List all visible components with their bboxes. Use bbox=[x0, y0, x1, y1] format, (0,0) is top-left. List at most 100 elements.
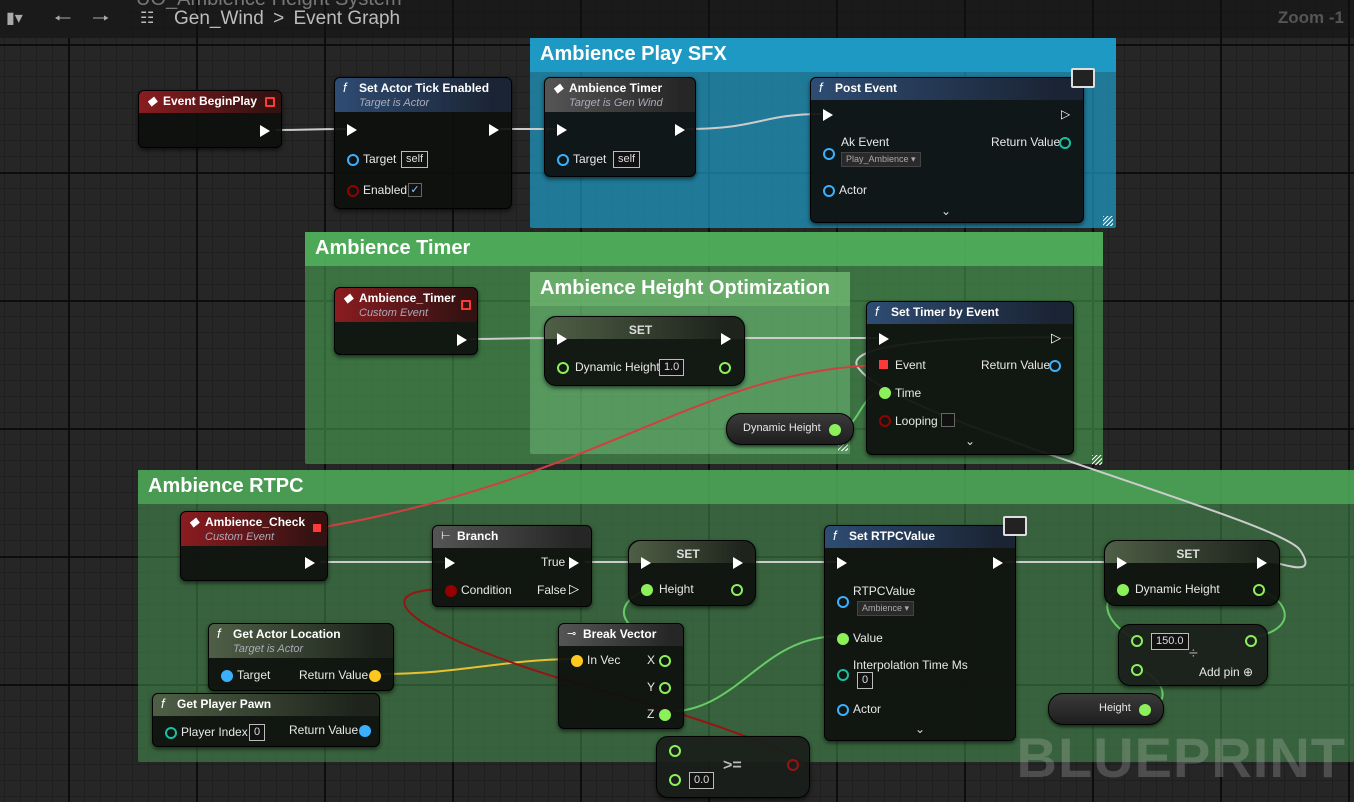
exec-in-pin[interactable] bbox=[557, 333, 567, 345]
result-pin[interactable] bbox=[1245, 635, 1257, 647]
value-pin[interactable] bbox=[837, 633, 849, 645]
node-ambience-timer-call[interactable]: ◆ Ambience Timer Target is Gen Wind Target… bbox=[544, 77, 696, 177]
looping-checkbox[interactable] bbox=[941, 413, 955, 427]
dynamic-height-out-pin[interactable] bbox=[1253, 584, 1265, 596]
player-index-pin[interactable] bbox=[165, 727, 177, 739]
exec-out-pin[interactable] bbox=[457, 334, 467, 346]
target-pin[interactable] bbox=[347, 154, 359, 166]
return-value-pin[interactable] bbox=[359, 725, 371, 737]
enabled-pin[interactable] bbox=[347, 185, 359, 197]
event-pin[interactable] bbox=[879, 360, 888, 369]
node-set-rtpc-value[interactable]: f Set RTPCValue RTPCValue Ambience ▾ Valu… bbox=[824, 516, 1027, 741]
interpolation-pin[interactable] bbox=[837, 669, 849, 681]
delegate-pin[interactable] bbox=[265, 97, 275, 107]
return-value-pin[interactable] bbox=[1049, 360, 1061, 372]
breadcrumb-blueprint[interactable]: Gen_Wind bbox=[174, 8, 264, 29]
exec-out-pin[interactable]: ▷ bbox=[1061, 107, 1071, 121]
condition-pin[interactable] bbox=[445, 585, 457, 597]
exec-out-pin[interactable] bbox=[675, 124, 685, 136]
height-pin[interactable] bbox=[641, 584, 653, 596]
getter-height[interactable]: Height bbox=[1048, 693, 1164, 725]
compare-value[interactable]: 0.0 bbox=[689, 772, 715, 789]
looping-pin[interactable] bbox=[879, 415, 891, 427]
exec-out-pin[interactable] bbox=[993, 557, 1003, 569]
node-set-dynamic-height-2[interactable]: SET Dynamic Height bbox=[1104, 540, 1280, 606]
ak-event-dropdown[interactable]: Play_Ambience ▾ bbox=[841, 152, 921, 167]
node-set-timer-by-event[interactable]: f Set Timer by Event ▷ Event Return Value… bbox=[866, 301, 1074, 455]
actor-pin[interactable] bbox=[823, 185, 835, 197]
in-vec-pin[interactable] bbox=[571, 655, 583, 667]
exec-in-pin[interactable] bbox=[347, 124, 357, 136]
add-value[interactable]: 150.0 bbox=[1151, 633, 1189, 650]
node-set-actor-tick-enabled[interactable]: f Set Actor Tick Enabled Target is Actor T… bbox=[334, 77, 512, 209]
exec-in-pin[interactable] bbox=[445, 557, 455, 569]
dynamic-height-value[interactable]: 1.0 bbox=[659, 359, 685, 376]
target-value[interactable]: self bbox=[401, 151, 429, 168]
actor-pin[interactable] bbox=[837, 704, 849, 716]
exec-in-pin[interactable] bbox=[641, 557, 651, 569]
b-pin[interactable] bbox=[1131, 664, 1143, 676]
exec-out-pin[interactable] bbox=[733, 557, 743, 569]
add-pin-button[interactable]: Add pin ⊕ bbox=[1199, 665, 1253, 679]
time-pin[interactable] bbox=[879, 387, 891, 399]
chevron-down-icon[interactable]: ⌄ bbox=[915, 722, 925, 736]
exec-out-pin[interactable] bbox=[1257, 557, 1267, 569]
node-get-player-pawn[interactable]: f Get Player Pawn Player Index 0 Return V… bbox=[152, 693, 380, 747]
rtpc-dropdown[interactable]: Ambience ▾ bbox=[857, 601, 915, 616]
a-pin[interactable] bbox=[669, 745, 681, 757]
b-pin[interactable] bbox=[669, 774, 681, 786]
node-post-event[interactable]: f Post Event ▷ Ak Event Play_Ambience ▾ R… bbox=[810, 68, 1095, 223]
ak-event-pin[interactable] bbox=[823, 148, 835, 160]
breadcrumb-graph[interactable]: Event Graph bbox=[293, 8, 400, 29]
exec-out-pin[interactable] bbox=[305, 557, 315, 569]
node-set-dynamic-height[interactable]: SET Dynamic Height 1.0 bbox=[544, 316, 745, 386]
target-value[interactable]: self bbox=[613, 151, 641, 168]
target-pin[interactable] bbox=[557, 154, 569, 166]
chevron-down-icon[interactable]: ⌄ bbox=[941, 204, 951, 218]
dynamic-height-out-pin[interactable] bbox=[719, 362, 731, 374]
node-get-actor-location[interactable]: f Get Actor Location Target is Actor Targe… bbox=[208, 623, 394, 691]
node-event-beginplay[interactable]: ◆ Event BeginPlay bbox=[138, 90, 282, 148]
node-branch[interactable]: ⊢ Branch True Condition False ▷ bbox=[432, 525, 592, 607]
false-exec-pin[interactable]: ▷ bbox=[569, 581, 579, 597]
rtpc-pin[interactable] bbox=[837, 596, 849, 608]
result-pin[interactable] bbox=[787, 759, 799, 771]
back-arrow-icon[interactable]: 🠐 bbox=[54, 0, 71, 38]
exec-out-pin[interactable] bbox=[260, 125, 270, 137]
return-value-pin[interactable] bbox=[1059, 137, 1071, 149]
return-value-pin[interactable] bbox=[369, 670, 381, 682]
exec-out-pin[interactable] bbox=[721, 333, 731, 345]
x-pin[interactable] bbox=[659, 655, 671, 667]
a-pin[interactable] bbox=[1131, 635, 1143, 647]
delegate-pin[interactable] bbox=[313, 524, 321, 532]
height-out-pin[interactable] bbox=[731, 584, 743, 596]
player-index-value[interactable]: 0 bbox=[249, 724, 266, 741]
enabled-checkbox[interactable]: ✓ bbox=[408, 183, 422, 197]
getter-dynamic-height[interactable]: Dynamic Height bbox=[726, 413, 854, 445]
exec-in-pin[interactable] bbox=[879, 333, 889, 345]
exec-in-pin[interactable] bbox=[837, 557, 847, 569]
dynamic-height-pin[interactable] bbox=[1117, 584, 1129, 596]
bookmark-icon[interactable]: ▮▾ bbox=[6, 0, 23, 38]
node-break-vector[interactable]: ⊸ Break Vector In Vec X Y Z bbox=[558, 623, 684, 729]
node-ambience-check-event[interactable]: ◆ Ambience_Check Custom Event bbox=[180, 511, 328, 581]
exec-in-pin[interactable] bbox=[557, 124, 567, 136]
exec-in-pin[interactable] bbox=[1117, 557, 1127, 569]
interpolation-value[interactable]: 0 bbox=[857, 672, 874, 689]
y-pin[interactable] bbox=[659, 682, 671, 694]
true-exec-pin[interactable] bbox=[569, 557, 579, 569]
chevron-down-icon[interactable]: ⌄ bbox=[965, 434, 975, 448]
node-greater-equal[interactable]: 0.0 >= bbox=[656, 736, 810, 798]
exec-in-pin[interactable] bbox=[823, 109, 833, 121]
exec-out-pin[interactable] bbox=[489, 124, 499, 136]
target-pin[interactable] bbox=[221, 670, 233, 682]
node-ambience-timer-event[interactable]: ◆ Ambience_Timer Custom Event bbox=[334, 287, 478, 355]
forward-arrow-icon[interactable]: 🠒 bbox=[92, 0, 109, 38]
dynamic-height-pin[interactable] bbox=[557, 362, 569, 374]
exec-out-pin[interactable]: ▷ bbox=[1051, 330, 1061, 346]
output-pin[interactable] bbox=[829, 424, 841, 436]
node-add[interactable]: 150.0 ÷ Add pin ⊕ bbox=[1118, 624, 1268, 686]
output-pin[interactable] bbox=[1139, 704, 1151, 716]
delegate-pin[interactable] bbox=[461, 300, 471, 310]
z-pin[interactable] bbox=[659, 709, 671, 721]
